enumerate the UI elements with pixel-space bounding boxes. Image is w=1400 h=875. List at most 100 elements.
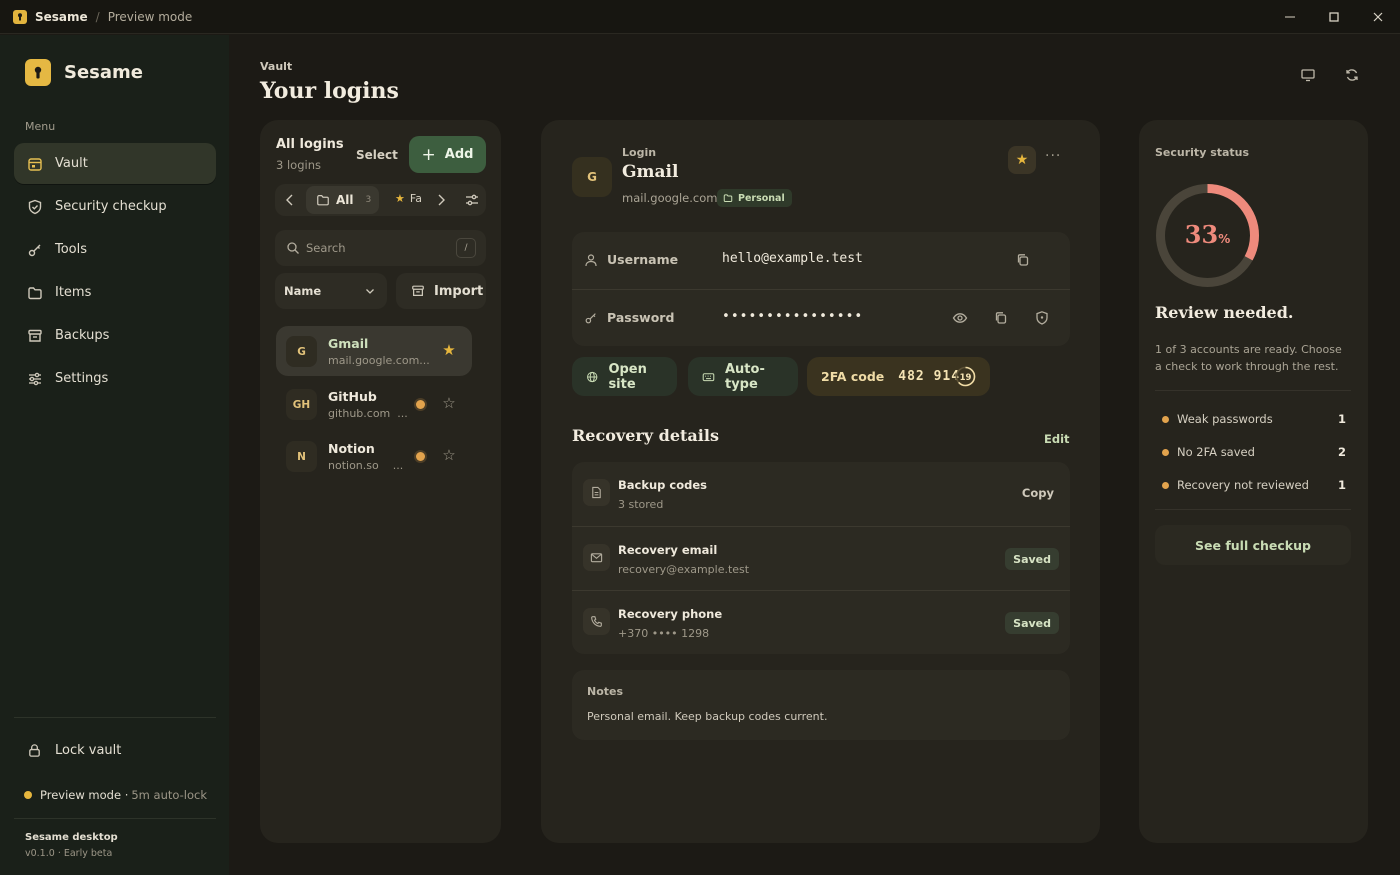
- login-row-gmail[interactable]: G Gmail mail.google.com... ★: [276, 326, 472, 376]
- favorite-star-icon[interactable]: ☆: [440, 394, 458, 412]
- auto-type-button[interactable]: Auto-type: [688, 357, 798, 396]
- username-value[interactable]: hello@example.test: [722, 251, 863, 266]
- status-dot: [24, 791, 32, 799]
- minimize-button[interactable]: [1268, 0, 1312, 34]
- chevron-right-icon[interactable]: [433, 192, 449, 208]
- filter-settings-icon[interactable]: [464, 192, 480, 208]
- list-title: All logins: [276, 137, 344, 152]
- password-label: Password: [607, 310, 675, 325]
- recovery-backup-codes-row: Backup codes 3 stored Copy: [572, 462, 1070, 526]
- refresh-icon[interactable]: [1343, 66, 1361, 84]
- security-description: 1 of 3 accounts are ready. Choose a chec…: [1155, 343, 1342, 373]
- security-score: 33%: [1154, 220, 1261, 249]
- sidebar-item-security-checkup[interactable]: Security checkup: [14, 186, 216, 227]
- avatar: N: [286, 441, 317, 472]
- sidebar-item-tools[interactable]: Tools: [14, 229, 216, 270]
- sort-label: Name: [284, 284, 322, 298]
- edit-recovery-link[interactable]: Edit: [1044, 432, 1070, 446]
- tag-label: Personal: [738, 192, 785, 204]
- brand-name: Sesame: [64, 62, 143, 83]
- search-input[interactable]: [306, 230, 456, 266]
- notes-title: Notes: [587, 685, 624, 698]
- lock-vault-button[interactable]: Lock vault: [27, 743, 121, 758]
- open-site-label: Open site: [608, 361, 647, 392]
- login-row-github[interactable]: GH GitHub github.com ... ☆: [276, 379, 472, 429]
- maximize-button[interactable]: [1312, 0, 1356, 34]
- row-name: GitHub: [328, 389, 377, 404]
- detail-tag: Personal: [717, 189, 792, 207]
- sidebar-item-vault[interactable]: Vault: [14, 143, 216, 184]
- sliders-icon: [29, 372, 41, 385]
- plus-icon: +: [421, 144, 436, 165]
- security-headline: Review needed.: [1155, 303, 1294, 322]
- shield-icon[interactable]: [1034, 310, 1050, 326]
- favorite-star-icon[interactable]: ★: [440, 341, 458, 359]
- copy-password-icon[interactable]: [993, 310, 1009, 326]
- issue-recovery-not-reviewed[interactable]: Recovery not reviewed 1: [1155, 476, 1351, 498]
- add-label: Add: [444, 147, 474, 162]
- monitor-icon[interactable]: [1299, 66, 1317, 84]
- issue-count: 1: [1337, 412, 1346, 426]
- mail-icon: [583, 544, 610, 571]
- favorite-toggle-star-icon[interactable]: ★: [1008, 146, 1036, 174]
- login-row-notion[interactable]: N Notion notion.so ... ☆: [276, 431, 472, 481]
- sidebar-divider: [14, 818, 216, 819]
- recovery-item-title: Backup codes: [618, 478, 708, 492]
- sidebar-item-label: Tools: [55, 242, 88, 257]
- recovery-item-title: Recovery email: [618, 543, 718, 557]
- search-shortcut-hint: /: [456, 238, 476, 258]
- more-options-icon[interactable]: ···: [1045, 148, 1065, 168]
- filter-chip-favorites[interactable]: ★ Fa: [395, 192, 425, 205]
- eye-icon[interactable]: [952, 310, 968, 326]
- issue-weak-passwords[interactable]: Weak passwords 1: [1155, 410, 1351, 432]
- select-button[interactable]: Select: [356, 148, 398, 162]
- lock-icon: [29, 744, 40, 757]
- copy-username-icon[interactable]: [1015, 252, 1031, 268]
- sort-select[interactable]: Name: [275, 273, 387, 309]
- avatar: GH: [286, 389, 317, 420]
- sidebar-item-backups[interactable]: Backups: [14, 315, 216, 356]
- row-url-text: notion.so: [328, 459, 379, 472]
- recovery-item-title: Recovery phone: [618, 607, 723, 621]
- open-site-button[interactable]: Open site: [572, 357, 677, 396]
- totp-code-button[interactable]: 2FA code 482 914 19: [807, 357, 990, 396]
- password-value[interactable]: ••••••••••••••••: [722, 309, 863, 324]
- favorite-star-icon[interactable]: ☆: [440, 446, 458, 464]
- import-button[interactable]: Import: [396, 273, 486, 309]
- issue-label: Recovery not reviewed: [1177, 478, 1309, 492]
- close-window-button[interactable]: [1356, 0, 1400, 34]
- username-row: Username hello@example.test: [572, 232, 1070, 288]
- warning-dot: [416, 400, 425, 409]
- list-count: 3 logins: [276, 158, 321, 172]
- sidebar-item-settings[interactable]: Settings: [14, 358, 216, 399]
- auto-type-label: Auto-type: [724, 361, 765, 392]
- logins-list-panel: All logins 3 logins Select + Add All 3 ★…: [260, 120, 501, 843]
- sidebar-item-items[interactable]: Items: [14, 272, 216, 313]
- titlebar-app-name: Sesame: [35, 9, 88, 24]
- chevron-left-icon[interactable]: [282, 192, 298, 208]
- sidebar: Sesame Menu Vault Security checkup Tools…: [0, 35, 229, 875]
- warning-dot: [1162, 449, 1169, 456]
- auto-lock-label: 5m auto-lock: [131, 788, 207, 802]
- lock-vault-label: Lock vault: [55, 743, 122, 758]
- archive-icon: [28, 329, 42, 342]
- row-url: mail.google.com...: [328, 354, 430, 367]
- titlebar-separator: /: [95, 9, 100, 24]
- filter-chip-all[interactable]: All 3: [306, 186, 379, 214]
- add-button[interactable]: + Add: [409, 136, 486, 173]
- folder-icon: [28, 286, 42, 299]
- status-badge: Saved: [1005, 548, 1059, 570]
- sidebar-item-label: Settings: [55, 371, 109, 386]
- issue-no-2fa[interactable]: No 2FA saved 2: [1155, 443, 1351, 465]
- divider: [1155, 509, 1351, 510]
- file-icon: [583, 479, 610, 506]
- login-detail-panel: G Login Gmail mail.google.com Personal ★…: [541, 120, 1100, 843]
- sidebar-divider: [14, 717, 216, 718]
- filter-bar: All 3 ★ Fa: [275, 184, 486, 216]
- see-full-checkup-button[interactable]: See full checkup: [1155, 525, 1351, 565]
- search-icon: [287, 242, 299, 254]
- brand-logo-icon: [25, 59, 51, 86]
- copy-backup-codes-button[interactable]: Copy: [1022, 486, 1054, 500]
- issue-count: 1: [1337, 478, 1346, 492]
- sidebar-item-label: Vault: [55, 156, 88, 171]
